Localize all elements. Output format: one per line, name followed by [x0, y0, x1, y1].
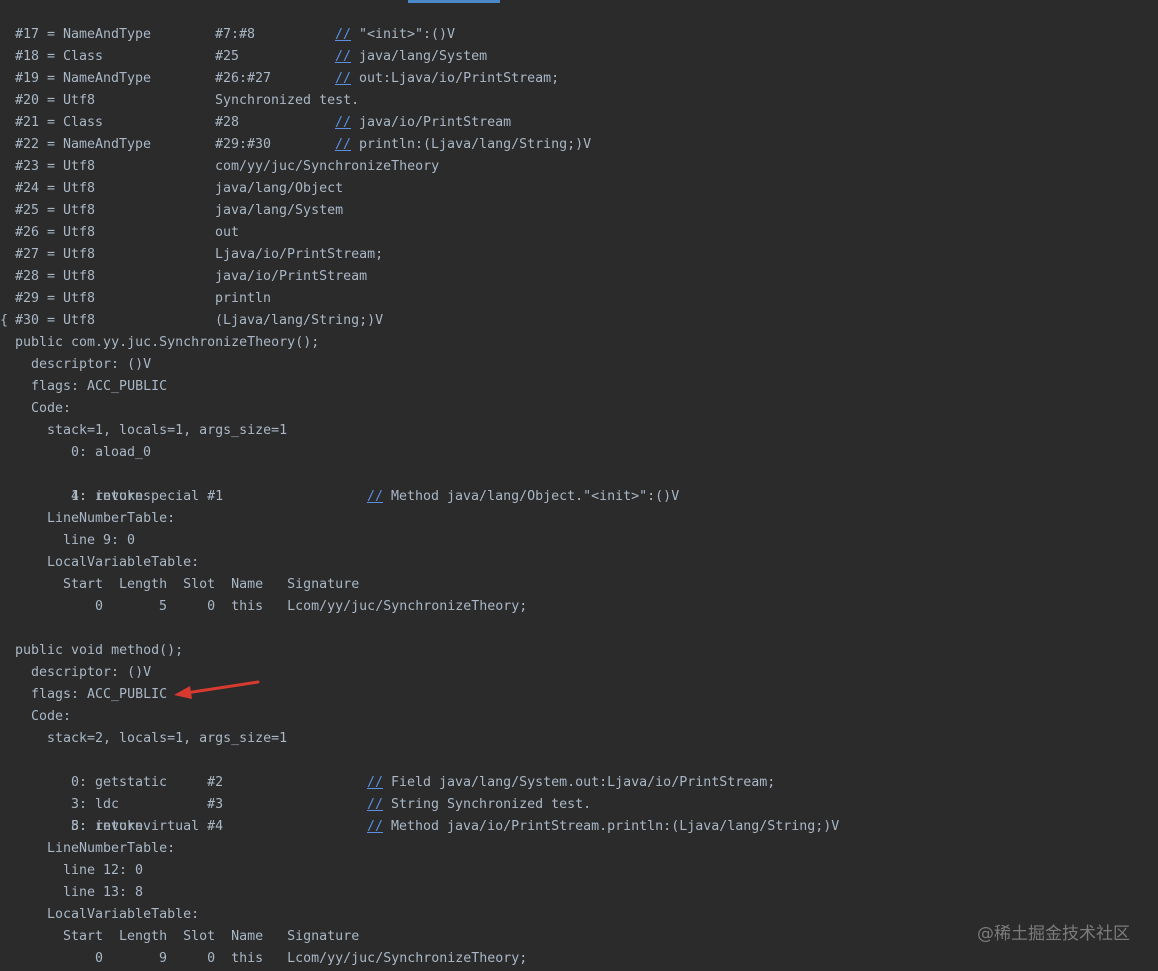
code-text: flags: ACC_PUBLIC: [31, 687, 168, 702]
instruction-line: 0: getstatic #2//Field java/lang/System.…: [0, 750, 1158, 790]
table-row: 0 9 0 this Lcom/yy/juc/SynchronizeTheory…: [0, 948, 1158, 970]
method-signature: public com.yy.juc.SynchronizeTheory();: [0, 332, 1158, 354]
code-text: Code:: [31, 401, 72, 416]
code-text: line 13: 8: [63, 885, 144, 900]
code-line: LineNumberTable:: [0, 838, 1158, 860]
code-text: LocalVariableTable:: [47, 907, 200, 922]
code-text: LocalVariableTable:: [47, 555, 200, 570]
code-line: line 12: 0: [0, 860, 1158, 882]
constant-pool-row: #26 = Utf8 out: [0, 200, 1158, 240]
code-text: stack=1, locals=1, args_size=1: [47, 423, 288, 438]
constant-pool-row: #29 = Utf8 println: [0, 266, 1158, 306]
constant-pool-row: #30 = Utf8 (Ljava/lang/String;)V: [0, 288, 1158, 328]
instruction-line: 8: return: [0, 816, 1158, 838]
code-text: {: [0, 313, 9, 328]
code-text: 0 5 0 this Lcom/yy/juc/SynchronizeTheory…: [95, 599, 528, 614]
code-line: line 13: 8: [0, 882, 1158, 904]
code-text: 0 9 0 this Lcom/yy/juc/SynchronizeTheory…: [95, 951, 528, 966]
code-text: 4: return: [71, 489, 144, 504]
bytecode-console: #17 = NameAndType #7:#8//"<init>":()V #18 = C…: [0, 0, 1158, 971]
code-line: line 9: 0: [0, 530, 1158, 552]
code-text: flags: ACC_PUBLIC: [31, 379, 168, 394]
code-text: LineNumberTable:: [47, 511, 176, 526]
instruction-line: 4: return: [0, 486, 1158, 508]
code-line: Code:: [0, 706, 1158, 728]
code-text: descriptor: ()V: [31, 357, 152, 372]
code-line: Code:: [0, 398, 1158, 420]
instruction-line: 5: invokevirtual #4//Method java/io/Prin…: [0, 794, 1158, 834]
constant-pool-row: #27 = Utf8 Ljava/io/PrintStream;: [0, 222, 1158, 262]
code-text: line 12: 0: [63, 863, 144, 878]
constant-pool-row: #18 = Class #25//java/lang/System: [0, 24, 1158, 64]
code-line: descriptor: ()V: [0, 354, 1158, 376]
code-line: stack=1, locals=1, args_size=1: [0, 420, 1158, 442]
code-line: flags: ACC_PUBLIC: [0, 376, 1158, 398]
constant-pool-row: #17 = NameAndType #7:#8//"<init>":()V: [0, 2, 1158, 42]
code-text: public com.yy.juc.SynchronizeTheory();: [15, 335, 320, 350]
code-text: Code:: [31, 709, 72, 724]
method-signature: public void method();: [0, 640, 1158, 662]
constant-pool-row: #23 = Utf8 com/yy/juc/SynchronizeTheory: [0, 134, 1158, 174]
constant-pool-row: #19 = NameAndType #26:#27//out:Ljava/io/Pri…: [0, 46, 1158, 86]
table-row: 0 5 0 this Lcom/yy/juc/SynchronizeTheory…: [0, 596, 1158, 618]
constant-pool-row: #24 = Utf8 java/lang/Object: [0, 156, 1158, 196]
code-text: LineNumberTable:: [47, 841, 176, 856]
code-line: LocalVariableTable:: [0, 552, 1158, 574]
constant-pool-row: #28 = Utf8 java/io/PrintStream: [0, 244, 1158, 284]
constant-pool-row: #22 = NameAndType #29:#30//println:(Ljava/l…: [0, 112, 1158, 152]
code-text: 8: return: [71, 819, 144, 834]
constant-pool-row: #21 = Class #28//java/io/PrintStream: [0, 90, 1158, 130]
instruction-line: 3: ldc #3//String Synchronized test.: [0, 772, 1158, 812]
watermark: @稀土掘金技术社区: [977, 924, 1130, 944]
constant-pool-row: #20 = Utf8 Synchronized test.: [0, 68, 1158, 108]
instruction-line: 0: aload_0: [0, 442, 1158, 464]
code-line: LineNumberTable:: [0, 508, 1158, 530]
code-text: line 9: 0: [63, 533, 136, 548]
code-text: public void method();: [15, 643, 184, 658]
code-text: Start Length Slot Name Signature: [63, 929, 360, 944]
instruction-line: 1: invokespecial #1//Method java/lang/Ob…: [0, 464, 1158, 504]
code-text: 0: aload_0: [71, 445, 152, 460]
constant-pool-row: #25 = Utf8 java/lang/System: [0, 178, 1158, 218]
code-text: descriptor: ()V: [31, 665, 152, 680]
code-line: {: [0, 310, 1158, 332]
code-text: stack=2, locals=1, args_size=1: [47, 731, 288, 746]
code-text: Start Length Slot Name Signature: [63, 577, 360, 592]
code-line: stack=2, locals=1, args_size=1: [0, 728, 1158, 750]
annotation-arrow-icon: [174, 680, 260, 699]
table-header: Start Length Slot Name Signature: [0, 574, 1158, 596]
